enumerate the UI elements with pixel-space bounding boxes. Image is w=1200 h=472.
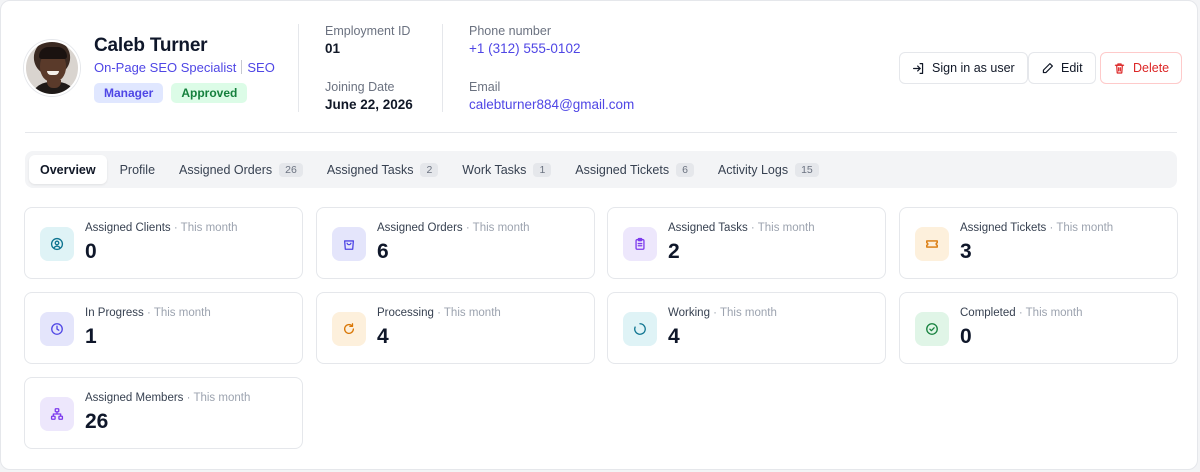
tab-work-tasks[interactable]: Work Tasks 1	[451, 155, 562, 184]
stat-card-processing: Processing · This month 4	[316, 292, 595, 364]
stat-value: 4	[377, 325, 389, 348]
joining-date-label: Joining Date	[325, 80, 395, 94]
stat-value: 4	[668, 325, 680, 348]
stat-card-working: Working · This month 4	[607, 292, 886, 364]
sign-in-as-user-button[interactable]: Sign in as user	[899, 52, 1028, 84]
employment-id-value: 01	[325, 41, 341, 56]
joining-date-value: June 22, 2026	[325, 97, 413, 112]
stat-card-completed: Completed · This month 0	[899, 292, 1178, 364]
stat-card-assigned-orders: Assigned Orders · This month 6	[316, 207, 595, 279]
tab-label: Work Tasks	[462, 162, 527, 177]
divider	[442, 24, 443, 112]
stat-value: 26	[85, 410, 109, 433]
tab-assigned-orders[interactable]: Assigned Orders 26	[168, 155, 314, 184]
tab-profile[interactable]: Profile	[109, 155, 166, 184]
clock-icon	[40, 312, 74, 346]
stat-card-assigned-clients: Assigned Clients · This month 0	[24, 207, 303, 279]
employee-name: Caleb Turner	[94, 35, 208, 56]
shopping-bag-icon	[332, 227, 366, 261]
stat-label: Processing	[377, 307, 434, 319]
stat-period: · This month	[437, 307, 501, 319]
department: SEO	[247, 60, 275, 75]
stat-period: · This month	[750, 222, 815, 234]
login-icon	[913, 62, 924, 74]
tab-activity-logs[interactable]: Activity Logs 15	[707, 155, 830, 184]
status-badges: Manager Approved	[94, 83, 248, 103]
email-label: Email	[469, 80, 501, 94]
stat-value: 0	[85, 240, 97, 263]
manager-badge: Manager	[94, 83, 164, 103]
avatar	[24, 40, 80, 96]
stat-period: · This month	[186, 392, 251, 404]
tab-overview[interactable]: Overview	[29, 155, 107, 184]
tab-label: Assigned Orders	[179, 162, 273, 177]
phone-label: Phone number	[469, 24, 552, 38]
stat-value: 3	[960, 240, 972, 263]
employment-id-label: Employment ID	[325, 24, 411, 38]
pencil-icon	[1042, 62, 1053, 73]
role-title: On-Page SEO Specialist	[94, 60, 237, 75]
check-circle-icon	[915, 312, 949, 346]
delete-label: Delete	[1133, 61, 1170, 75]
stat-card-in-progress: In Progress · This month 1	[24, 292, 303, 364]
stat-value: 2	[668, 240, 680, 263]
stat-card-assigned-tasks: Assigned Tasks · This month 2	[607, 207, 886, 279]
edit-label: Edit	[1061, 61, 1083, 75]
tab-count-badge: 1	[533, 162, 552, 177]
tab-label: Profile	[119, 162, 156, 177]
stat-label: Working	[668, 307, 710, 319]
stat-value: 0	[960, 325, 972, 348]
stat-label: Assigned Tickets	[960, 222, 1047, 234]
refresh-icon	[332, 312, 366, 346]
tab-count-badge: 6	[676, 162, 694, 177]
stat-label: Assigned Orders	[377, 222, 463, 234]
stat-value: 1	[85, 325, 97, 348]
stat-label: Assigned Tasks	[668, 222, 748, 234]
loader-icon	[623, 312, 657, 346]
stat-period: · This month	[1049, 222, 1114, 234]
stat-value: 6	[377, 240, 389, 263]
network-icon	[40, 397, 74, 431]
clipboard-icon	[623, 227, 657, 261]
edit-button[interactable]: Edit	[1028, 52, 1096, 84]
tab-count-badge: 26	[279, 162, 303, 177]
stat-period: · This month	[147, 307, 211, 319]
tab-label: Assigned Tickets	[575, 162, 670, 177]
trash-icon	[1114, 62, 1125, 74]
phone-link[interactable]: +1 (312) 555-0102	[469, 41, 580, 56]
approved-badge: Approved	[171, 83, 248, 103]
stat-label: Assigned Members	[85, 392, 184, 404]
tab-label: Activity Logs	[717, 162, 789, 177]
tab-assigned-tasks[interactable]: Assigned Tasks 2	[316, 155, 449, 184]
tab-label: Assigned Tasks	[326, 162, 414, 177]
stat-period: · This month	[173, 222, 238, 234]
ticket-icon	[915, 227, 949, 261]
user-circle-icon	[40, 227, 74, 261]
stat-label: Completed	[960, 307, 1016, 319]
employee-role: On-Page SEO Specialist SEO	[94, 60, 275, 75]
stat-card-assigned-tickets: Assigned Tickets · This month 3	[899, 207, 1178, 279]
employee-profile-card: Caleb Turner On-Page SEO Specialist SEO M…	[0, 0, 1198, 470]
divider	[298, 24, 299, 112]
stat-period: · This month	[713, 307, 777, 319]
header-divider	[25, 132, 1177, 133]
stat-label: In Progress	[85, 307, 144, 319]
sign-in-label: Sign in as user	[932, 61, 1015, 75]
stat-card-assigned-members: Assigned Members · This month 26	[24, 377, 303, 449]
stat-period: · This month	[1018, 307, 1083, 319]
tab-count-badge: 15	[795, 162, 819, 177]
email-link[interactable]: calebturner884@gmail.com	[469, 97, 634, 112]
stat-period: · This month	[465, 222, 530, 234]
tab-count-badge: 2	[420, 162, 439, 177]
delete-button[interactable]: Delete	[1100, 52, 1183, 84]
tab-bar: Overview Profile Assigned Orders 26 Assig…	[25, 151, 1177, 188]
tab-label: Overview	[40, 162, 96, 177]
tab-assigned-tickets[interactable]: Assigned Tickets 6	[564, 155, 705, 184]
stat-label: Assigned Clients	[85, 222, 171, 234]
